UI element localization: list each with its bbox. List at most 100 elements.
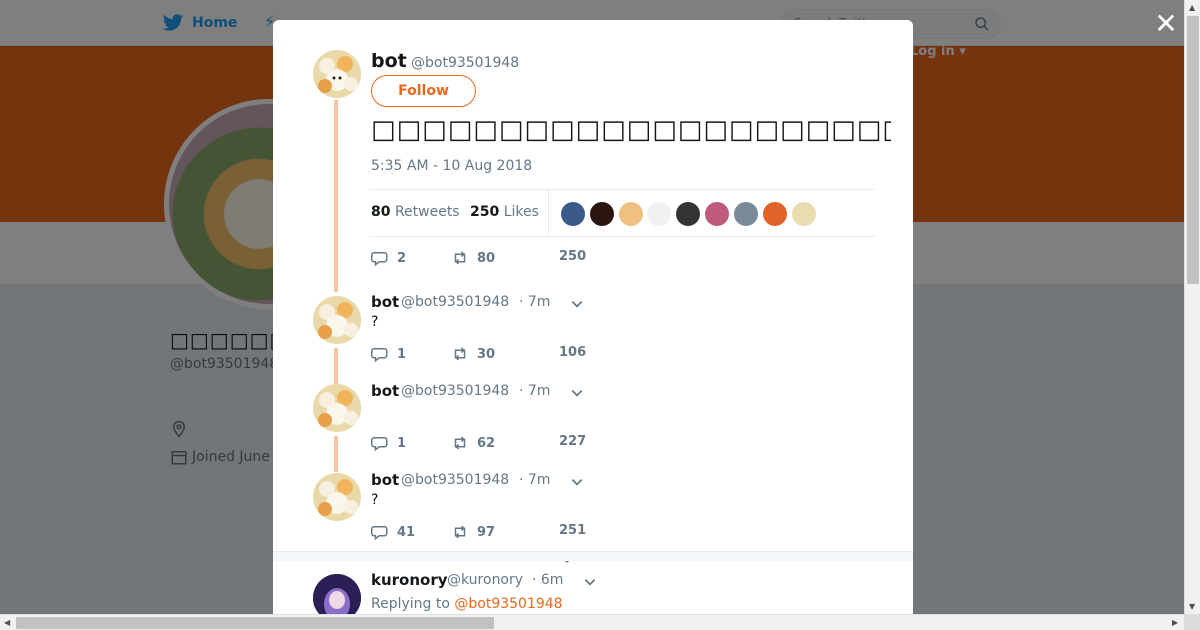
reply-actions: 1 62 227	[371, 434, 671, 462]
hamster-avatar-image	[313, 50, 361, 98]
like-count: 251	[559, 523, 587, 538]
likes-count: 250	[470, 204, 500, 220]
vertical-scroll-thumb[interactable]	[1187, 16, 1199, 284]
stats-divider	[548, 190, 549, 236]
horizontal-scrollbar[interactable]: ◀ ▶	[0, 614, 1184, 630]
reply-icon	[371, 526, 388, 541]
avatar[interactable]	[313, 574, 361, 614]
retweets-stat[interactable]: 80 Retweets	[371, 204, 460, 220]
like-action[interactable]: 251	[559, 523, 586, 538]
replying-to: Replying to @bot93501948	[371, 596, 563, 612]
hamster-avatar-image	[313, 296, 361, 344]
horizontal-scroll-thumb[interactable]	[16, 617, 494, 629]
reply-author-handle[interactable]: @bot93501948	[401, 383, 509, 399]
chevron-down-icon[interactable]	[570, 297, 584, 311]
reply-time[interactable]: · 6m	[532, 572, 563, 588]
retweet-action[interactable]: 97	[451, 523, 495, 541]
tweet-author-name[interactable]: bot	[371, 50, 407, 72]
thread-line	[334, 100, 338, 292]
reply-time[interactable]: · 7m	[519, 383, 550, 399]
like-action[interactable]: 250	[559, 249, 586, 264]
reply-count: 2	[397, 250, 407, 266]
reply-count: 1	[397, 435, 407, 451]
reply-time[interactable]: · 7m	[519, 294, 550, 310]
reply-author-name[interactable]: bot	[371, 293, 399, 311]
tweet-timestamp[interactable]: 5:35 AM - 10 Aug 2018	[371, 158, 532, 174]
close-icon[interactable]: ✕	[1152, 10, 1180, 38]
likes-stat[interactable]: 250 Likes	[470, 204, 539, 220]
reply-author-handle[interactable]: @kuronory	[447, 572, 523, 588]
anime-avatar-image	[313, 574, 361, 614]
reply-action[interactable]: 2	[371, 249, 406, 267]
tweet-modal: bot @bot93501948 Follow □□□□□□□□□□□□□□□□…	[273, 20, 913, 614]
liker-avatar[interactable]	[763, 202, 787, 226]
retweet-count: 97	[477, 524, 496, 540]
liker-avatar[interactable]	[590, 202, 614, 226]
like-count: 227	[559, 434, 587, 449]
chevron-down-icon[interactable]	[583, 575, 597, 589]
liker-avatar[interactable]	[734, 202, 758, 226]
retweet-icon	[454, 347, 466, 361]
reply-time[interactable]: · 7m	[519, 472, 550, 488]
thread-line	[334, 348, 338, 384]
tweet-actions: 2 80 250	[371, 249, 671, 277]
like-action[interactable]: 106	[559, 345, 586, 360]
liker-avatar[interactable]	[705, 202, 729, 226]
liker-avatar[interactable]	[647, 202, 671, 226]
reply-author-name[interactable]: bot	[371, 382, 399, 400]
retweet-action[interactable]: 30	[451, 345, 495, 363]
likes-label: Likes	[503, 204, 539, 220]
avatar[interactable]	[313, 384, 361, 432]
retweet-icon	[454, 251, 466, 265]
follow-button[interactable]: Follow	[371, 75, 476, 107]
reply-count: 1	[397, 346, 407, 362]
retweets-label: Retweets	[394, 204, 460, 220]
tweet-stats: 80 Retweets 250 Likes	[369, 189, 875, 237]
reply-action[interactable]: 1	[371, 345, 406, 363]
reply-icon	[371, 252, 388, 267]
chevron-down-icon[interactable]	[570, 475, 584, 489]
reply-author-handle[interactable]: @bot93501948	[401, 472, 509, 488]
reply-author-name[interactable]: bot	[371, 471, 399, 489]
hamster-avatar-image	[313, 473, 361, 521]
reply-actions: 41 97 251	[371, 523, 671, 551]
scroll-right-arrow-icon[interactable]: ▶	[1172, 618, 1178, 627]
scroll-left-arrow-icon[interactable]: ◀	[4, 618, 10, 627]
reply-icon	[371, 437, 388, 452]
reply-text: ?	[371, 492, 379, 508]
liker-avatar[interactable]	[676, 202, 700, 226]
replying-prefix: Replying to	[371, 596, 450, 612]
retweets-count: 80	[371, 204, 391, 220]
retweet-icon	[454, 436, 466, 450]
like-count: 250	[559, 249, 587, 264]
liker-avatar[interactable]	[561, 202, 585, 226]
avatar[interactable]	[313, 473, 361, 521]
avatar[interactable]	[313, 50, 361, 98]
retweet-icon	[454, 525, 466, 539]
avatar[interactable]	[313, 296, 361, 344]
hamster-avatar-image	[313, 384, 361, 432]
reply-action[interactable]: 41	[371, 523, 415, 541]
retweet-action[interactable]: 80	[451, 249, 495, 267]
reply-actions: 1 30 106	[371, 345, 671, 373]
reply-author-name[interactable]: kuronory	[371, 571, 448, 589]
like-count: 106	[559, 345, 587, 360]
scroll-down-arrow-icon[interactable]: ▼	[1189, 602, 1195, 611]
liker-avatar[interactable]	[792, 202, 816, 226]
tweet-text: □□□□□□□□□□□□□□□□□□□□□□□□□□□□□□□□□□□□□□□□	[371, 115, 891, 145]
retweet-action[interactable]: 62	[451, 434, 495, 452]
scroll-up-arrow-icon[interactable]: ▲	[1189, 3, 1195, 12]
reply-author-handle[interactable]: @bot93501948	[401, 294, 509, 310]
tweet-author-handle[interactable]: @bot93501948	[411, 55, 519, 71]
reply-action[interactable]: 1	[371, 434, 406, 452]
like-action[interactable]: 227	[559, 434, 586, 449]
retweet-count: 62	[477, 435, 496, 451]
replying-to-link[interactable]: @bot93501948	[454, 596, 562, 612]
reply-text: ?	[371, 314, 379, 330]
conversation-separator	[273, 551, 913, 561]
liker-avatar[interactable]	[619, 202, 643, 226]
retweet-count: 30	[477, 346, 496, 362]
chevron-down-icon[interactable]	[570, 386, 584, 400]
vertical-scrollbar[interactable]: ▲ ▼	[1184, 0, 1200, 614]
thread-line	[334, 436, 338, 472]
